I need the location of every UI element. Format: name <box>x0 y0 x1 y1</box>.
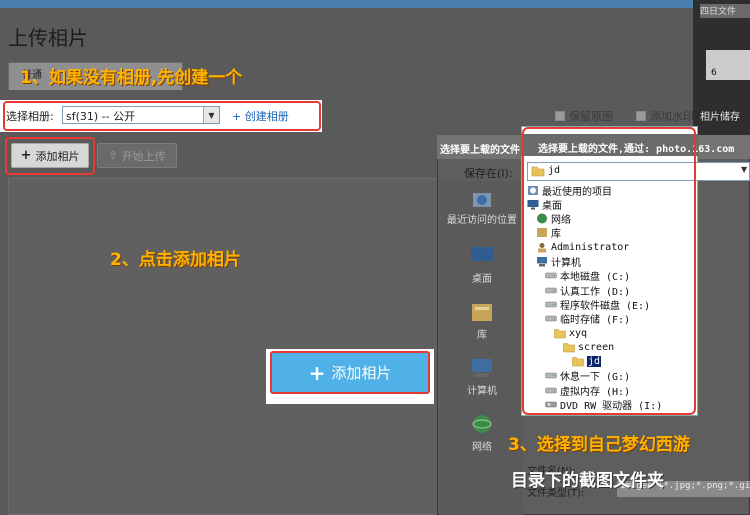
place-desktop-label: 桌面 <box>472 274 492 285</box>
annotation-step-3-line-2: 目录下的截图文件夹 <box>511 471 664 491</box>
add-watermark-label: 添加水印 <box>650 110 694 123</box>
place-recent-label: 最近访问的位置 <box>447 215 517 226</box>
place-network-label: 网络 <box>472 442 492 453</box>
annotation-step-2: 2、点击添加相片 <box>110 250 241 270</box>
right-strip-side-label: 相片储存 <box>700 112 740 123</box>
library-icon <box>472 304 492 321</box>
computer-icon <box>472 359 492 377</box>
checkbox-icon[interactable] <box>555 111 565 121</box>
checkbox-icon[interactable] <box>636 111 646 121</box>
start-upload-label: 开始上传 <box>121 149 166 163</box>
annotation-step-3: 3、选择到自己梦幻西游 <box>508 435 690 455</box>
highlight-box-add-photo <box>5 137 95 175</box>
screenshot-stage: 上传相片 普通 四日文件 6 相片储存 选择相册: sf(31) -- 公开 ▼… <box>0 0 750 515</box>
chevron-down-icon[interactable]: ▼ <box>741 165 747 174</box>
place-desktop[interactable]: 桌面 <box>441 245 523 285</box>
start-upload-button[interactable]: ⇧ 开始上传 <box>97 143 177 168</box>
place-recent[interactable]: 最近访问的位置 <box>441 189 523 227</box>
place-computer-label: 计算机 <box>467 386 497 397</box>
place-library[interactable]: 库 <box>441 301 523 341</box>
network-icon <box>472 415 492 433</box>
highlight-box-big-add <box>270 351 430 394</box>
place-library-label: 库 <box>477 330 487 341</box>
keep-original-option[interactable]: 保留原图 <box>555 108 613 124</box>
ruler-number: 6 <box>711 68 717 78</box>
page-header-strip <box>0 0 693 8</box>
place-computer[interactable]: 计算机 <box>441 357 523 397</box>
add-watermark-option[interactable]: 添加水印 <box>636 108 694 124</box>
right-strip-top-label: 四日文件 <box>700 4 750 18</box>
highlight-box-folder-tree <box>522 127 696 415</box>
places-bar: 最近访问的位置 桌面 库 计算机 网络 <box>441 181 523 515</box>
upload-drop-area[interactable] <box>8 178 438 515</box>
highlight-box-album-row <box>3 101 321 131</box>
annotation-step-1: 1、如果没有相册,先创建一个 <box>20 68 243 88</box>
keep-original-label: 保留原图 <box>569 110 613 123</box>
upload-arrow-icon: ⇧ <box>108 149 118 162</box>
desktop-icon <box>471 247 493 265</box>
save-in-label: 保存在(I): <box>464 167 513 180</box>
recent-places-icon <box>473 193 491 207</box>
page-title: 上传相片 <box>8 26 88 50</box>
